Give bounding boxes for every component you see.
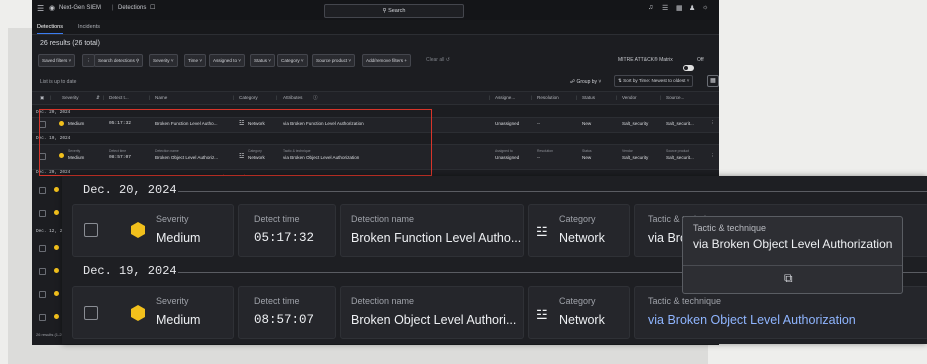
- group-icon: ☍: [570, 79, 576, 85]
- column-assigned[interactable]: Assigne...: [495, 95, 515, 100]
- row-resolution: --: [537, 121, 541, 126]
- date-group-label: Dec. 19, 2024: [83, 264, 177, 278]
- mitre-toggle[interactable]: [683, 57, 694, 75]
- column-vendor[interactable]: Vendor: [622, 95, 637, 100]
- column-source[interactable]: Source...: [666, 95, 684, 100]
- table-header: ▣ | Severity ⇵ | Detect t... | Name | Ca…: [32, 91, 719, 105]
- search-icon: ⚲: [382, 8, 387, 14]
- row-category: Network: [559, 313, 605, 327]
- row-tactic-link[interactable]: via Broken Object Level Authorization: [648, 313, 856, 327]
- sort-dropdown[interactable]: ⇅ Sort by Time: Newest to oldest ˅: [614, 75, 694, 87]
- column-status[interactable]: Status: [582, 95, 595, 100]
- time-filter[interactable]: Time ˅: [184, 54, 207, 67]
- grid-icon[interactable]: ▦: [676, 4, 683, 12]
- severity-medium-icon: [54, 187, 59, 192]
- row-checkbox[interactable]: [39, 291, 46, 298]
- theme-icon[interactable]: ☼: [702, 4, 708, 11]
- row-status: New: [582, 155, 592, 160]
- severity-medium-icon: [54, 245, 59, 250]
- search-detections-input[interactable]: Search detections ⚲: [94, 54, 144, 67]
- pagination-footer: 26 results (1-25): [36, 332, 66, 337]
- add-remove-filters-button[interactable]: Add/remove filters +: [362, 54, 411, 67]
- row-checkbox[interactable]: [39, 187, 46, 194]
- saved-filters-dropdown[interactable]: Saved filters ˅: [38, 54, 76, 67]
- status-filter[interactable]: Status ˅: [250, 54, 275, 67]
- column-detect-time[interactable]: Detect t...: [109, 95, 129, 100]
- list-status: List is up to date: [40, 79, 77, 85]
- user-icon[interactable]: ♟: [689, 4, 695, 12]
- news-icon[interactable]: ☰: [662, 4, 668, 12]
- row-source: Salt_securit...: [666, 121, 694, 126]
- severity-medium-icon: [54, 268, 59, 273]
- tabs-bar: Detections Incidents: [32, 20, 719, 35]
- source-product-filter[interactable]: Source product ˅: [312, 54, 356, 67]
- row-severity: Medium: [156, 313, 201, 327]
- row-checkbox[interactable]: [84, 223, 98, 237]
- row-detect-time: 05:17:32: [254, 231, 315, 245]
- row-status: New: [582, 121, 592, 126]
- row-name[interactable]: Broken Function Level Autho...: [351, 231, 521, 245]
- network-icon: ☳: [536, 307, 548, 322]
- row-vendor: Salt_security: [622, 121, 649, 126]
- row-assigned: Unassigned: [495, 121, 520, 126]
- row-category: Network: [559, 231, 605, 245]
- logo-icon: ◉: [49, 5, 56, 12]
- row-checkbox[interactable]: [39, 210, 46, 217]
- top-bar: ☰ ◉ Next-Gen SIEM | Detections ☐ ⚲ Searc…: [32, 0, 719, 20]
- tab-incidents[interactable]: Incidents: [78, 24, 100, 30]
- select-all-checkbox[interactable]: ▣: [40, 95, 44, 101]
- column-attributes[interactable]: Attributes: [283, 95, 302, 100]
- highlight-box: [39, 109, 432, 176]
- assigned-to-filter[interactable]: Assigned to ˅: [209, 54, 245, 67]
- mitre-toggle-state: Off: [697, 57, 704, 63]
- severity-filter[interactable]: Severity ˅: [149, 54, 178, 67]
- category-filter[interactable]: Category ˅: [277, 54, 308, 67]
- info-icon: ⓘ: [313, 95, 318, 100]
- more-options-button[interactable]: ⋮: [82, 54, 95, 67]
- column-category[interactable]: Category: [239, 95, 258, 100]
- date-group-label: Dec. 20, 2024: [83, 183, 177, 197]
- clear-all-button[interactable]: Clear all ↺: [426, 57, 450, 63]
- tactic-tooltip: Tactic & technique via Broken Object Lev…: [682, 216, 903, 294]
- row-source: Salt_securit...: [666, 155, 694, 160]
- column-resolution[interactable]: Resolution: [537, 95, 559, 100]
- row-checkbox[interactable]: [39, 314, 46, 321]
- mitre-matrix-label: MITRE ATT&CK® Matrix: [618, 57, 673, 63]
- row-checkbox[interactable]: [39, 268, 46, 275]
- sort-icon[interactable]: ⇵: [96, 95, 100, 101]
- severity-medium-icon: [54, 210, 59, 215]
- row-checkbox[interactable]: [39, 245, 46, 252]
- columns-icon[interactable]: ▦: [707, 75, 719, 87]
- bookmark-icon[interactable]: ☐: [150, 4, 155, 11]
- row-more-icon[interactable]: ⋮: [710, 120, 715, 126]
- row-detect-time: 08:57:07: [254, 313, 315, 327]
- tooltip-value: via Broken Object Level Authorization: [693, 237, 893, 251]
- menu-icon[interactable]: ☰: [37, 4, 44, 13]
- bell-icon[interactable]: ♫: [648, 4, 653, 11]
- row-resolution: --: [537, 155, 541, 160]
- severity-medium-icon: [54, 291, 59, 296]
- column-name[interactable]: Name: [155, 95, 167, 100]
- copy-icon[interactable]: ⧉: [784, 271, 793, 286]
- search-label: Search: [388, 8, 406, 14]
- app-logo-text: Next-Gen SIEM: [59, 5, 102, 11]
- row-more-icon[interactable]: ⋮: [710, 153, 715, 159]
- global-search[interactable]: ⚲ Search: [324, 4, 464, 18]
- row-severity: Medium: [156, 231, 201, 245]
- row-assigned: Unassigned: [495, 155, 520, 160]
- group-by-button[interactable]: ☍ Group by ˅: [570, 79, 601, 85]
- breadcrumb-section[interactable]: Detections: [118, 5, 146, 11]
- tab-detections[interactable]: Detections: [37, 24, 63, 34]
- tooltip-label: Tactic & technique: [693, 223, 767, 233]
- row-vendor: Salt_security: [622, 155, 649, 160]
- network-icon: ☳: [536, 224, 548, 239]
- row-checkbox[interactable]: [84, 306, 98, 320]
- row-name[interactable]: Broken Object Level Authori...: [351, 313, 516, 327]
- results-count: 26 results (26 total): [40, 40, 100, 47]
- column-severity[interactable]: Severity: [62, 95, 79, 100]
- severity-medium-icon: [54, 314, 59, 319]
